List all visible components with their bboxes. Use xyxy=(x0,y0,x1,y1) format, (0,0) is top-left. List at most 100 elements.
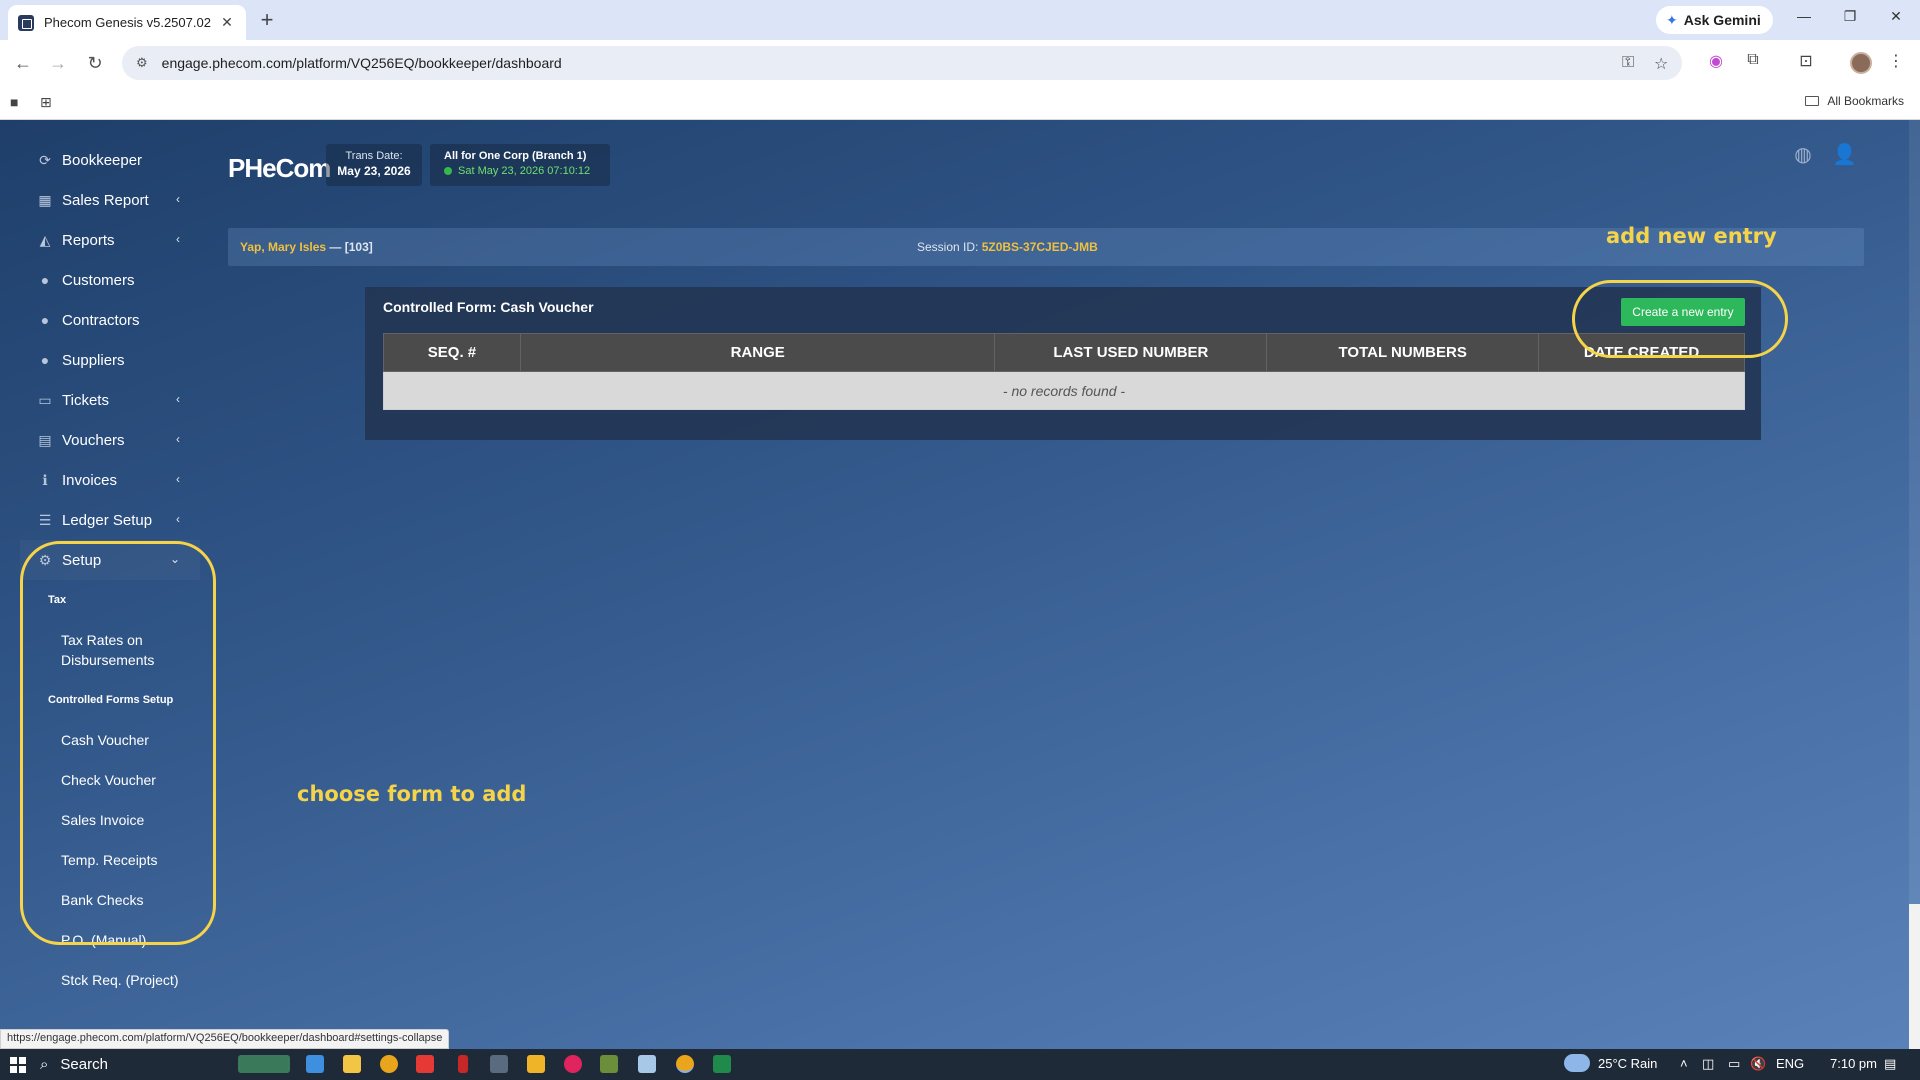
forward-arrow-icon[interactable]: → xyxy=(45,50,71,76)
bolt-app-icon[interactable] xyxy=(527,1055,545,1073)
area-chart-icon: ◭ xyxy=(39,231,51,248)
youtube-icon[interactable] xyxy=(416,1055,434,1073)
tray-chevron-icon[interactable]: ˄ xyxy=(1680,1056,1688,1071)
sidebar-item-customers[interactable]: ● Customers xyxy=(20,260,200,300)
table-row: - no records found - xyxy=(383,371,1745,410)
file-icon: ▤ xyxy=(38,431,52,448)
volume-muted-icon[interactable]: 🔇 xyxy=(1750,1056,1766,1072)
search-icon: ⌕ xyxy=(40,1056,49,1073)
extensions-puzzle-icon[interactable]: ⧉ xyxy=(1741,51,1765,69)
chrome-icon[interactable] xyxy=(380,1055,398,1073)
scrollbar-thumb[interactable] xyxy=(1909,904,1920,1049)
annotation-ring-setup-menu xyxy=(20,541,216,945)
square-app-icon[interactable]: ■ xyxy=(10,94,18,110)
column-header-range[interactable]: RANGE xyxy=(519,333,996,372)
annotation-add-new-entry: add new entry xyxy=(1606,224,1777,248)
sidebar-item-invoices[interactable]: ℹ Invoices ‹ xyxy=(20,460,200,500)
media-player-icon[interactable] xyxy=(564,1055,582,1073)
users-icon: ● xyxy=(40,272,50,288)
chevron-left-icon: ‹ xyxy=(176,432,180,446)
site-info-icon[interactable]: ⚙ xyxy=(136,55,148,71)
close-window-icon[interactable]: ✕ xyxy=(1881,8,1911,25)
restore-window-icon[interactable]: ❐ xyxy=(1835,8,1865,25)
tab-title: Phecom Genesis v5.2507.02 xyxy=(44,15,211,30)
session-label: Session ID: xyxy=(917,240,982,254)
controlled-form-panel: Controlled Form: Cash Voucher Create a n… xyxy=(365,287,1761,440)
browser-tab[interactable]: Phecom Genesis v5.2507.02 ✕ xyxy=(8,5,246,40)
phecom-favicon-icon xyxy=(18,14,34,31)
windows-start-icon[interactable] xyxy=(10,1057,26,1073)
bookmark-star-icon[interactable]: ☆ xyxy=(1654,54,1668,74)
search-highlight-icon[interactable] xyxy=(238,1055,290,1073)
extension-color-icon[interactable]: ◉ xyxy=(1704,51,1728,71)
sidebar-item-suppliers[interactable]: ● Suppliers xyxy=(20,340,200,380)
address-bar[interactable]: ⚙ engage.phecom.com/platform/VQ256EQ/boo… xyxy=(122,46,1682,80)
chevron-left-icon: ‹ xyxy=(176,192,180,206)
column-header-last-used-number[interactable]: LAST USED NUMBER xyxy=(994,333,1268,372)
weather-cloud-icon[interactable] xyxy=(1564,1054,1590,1072)
trans-date-box: Trans Date: May 23, 2026 xyxy=(326,144,422,186)
corp-time-text: Sat May 23, 2026 07:10:12 xyxy=(458,165,591,177)
windows-taskbar: ⌕ Search 25°C Rain ˄ ◫ ▭ 🔇 ENG 7:10 pm ▤ xyxy=(0,1049,1920,1080)
reload-icon[interactable]: ↻ xyxy=(82,50,108,76)
globe-icon[interactable]: ◍ xyxy=(1792,144,1814,166)
sidebar-item-stck-req-project[interactable]: Stck Req. (Project) xyxy=(20,960,200,1000)
calculator-icon[interactable] xyxy=(490,1055,508,1073)
status-bar-url: https://engage.phecom.com/platform/VQ256… xyxy=(0,1029,450,1049)
tab-close-icon[interactable]: ✕ xyxy=(218,14,236,31)
notifications-icon[interactable]: ▤ xyxy=(1884,1056,1896,1072)
ask-gemini-button[interactable]: ✦ Ask Gemini xyxy=(1656,6,1773,34)
sidebar-item-label: Sales Report xyxy=(62,191,149,209)
chrome-active-icon[interactable] xyxy=(676,1055,694,1073)
sidebar-item-bookkeeper[interactable]: ⟳ Bookkeeper xyxy=(20,140,200,180)
page-scrollbar[interactable] xyxy=(1909,120,1920,1049)
profile-avatar-icon[interactable] xyxy=(1850,52,1872,74)
users-icon: ● xyxy=(40,352,50,368)
network-icon[interactable]: ▭ xyxy=(1728,1056,1740,1072)
weather-text[interactable]: 25°C Rain xyxy=(1598,1056,1657,1071)
phecom-logo[interactable]: PHeCom xyxy=(228,150,331,186)
new-tab-button[interactable]: + xyxy=(254,8,280,32)
all-bookmarks-button[interactable]: All Bookmarks xyxy=(1805,94,1904,108)
column-header-seq[interactable]: SEQ. # xyxy=(383,333,521,372)
sidebar-item-tickets[interactable]: ▭ Tickets ‹ xyxy=(20,380,200,420)
bookmarks-bar: ■ ⊞ All Bookmarks xyxy=(0,86,1920,120)
user-name: Yap, Mary Isles xyxy=(240,240,327,254)
browser-toolbar: ← → ↻ ⚙ engage.phecom.com/platform/VQ256… xyxy=(0,40,1920,86)
browser-menu-icon[interactable]: ⋮ xyxy=(1884,51,1908,71)
file-explorer-icon[interactable] xyxy=(343,1055,361,1073)
user-profile-icon[interactable]: 👤 xyxy=(1832,144,1857,166)
notepad-icon[interactable] xyxy=(638,1055,656,1073)
table-header-row: SEQ. # RANGE LAST USED NUMBER TOTAL NUMB… xyxy=(383,333,1745,372)
sidebar-item-label: Tickets xyxy=(62,391,109,409)
chevron-left-icon: ‹ xyxy=(176,232,180,246)
language-indicator[interactable]: ENG xyxy=(1776,1056,1804,1071)
apps-grid-icon[interactable]: ⊞ xyxy=(40,94,52,111)
excel-icon[interactable] xyxy=(713,1055,731,1073)
game-app-icon[interactable] xyxy=(600,1055,618,1073)
trans-date-label: Trans Date: xyxy=(345,150,403,162)
session-info: Session ID: 5Z0BS-37CJED-JMB xyxy=(917,240,1098,254)
minimize-window-icon[interactable]: — xyxy=(1789,8,1819,24)
all-bookmarks-label: All Bookmarks xyxy=(1827,94,1904,108)
info-icon: ℹ xyxy=(42,471,48,488)
app-plus-icon[interactable] xyxy=(458,1055,468,1073)
back-arrow-icon[interactable]: ← xyxy=(10,50,36,76)
url-text[interactable]: engage.phecom.com/platform/VQ256EQ/bookk… xyxy=(162,55,562,71)
tab-search-icon[interactable]: ⊡ xyxy=(1794,51,1818,71)
sidebar-item-label: Invoices xyxy=(62,471,118,489)
refresh-icon: ⟳ xyxy=(39,151,51,168)
sidebar-item-vouchers[interactable]: ▤ Vouchers ‹ xyxy=(20,420,200,460)
column-header-total-numbers[interactable]: TOTAL NUMBERS xyxy=(1266,333,1540,372)
app-viewport: ⟳ Bookkeeper ▦ Sales Report ‹ ◭ Reports ‹ ● Custo… xyxy=(0,120,1920,1049)
session-id: 5Z0BS-37CJED-JMB xyxy=(981,240,1098,254)
sidebar-item-sales-report[interactable]: ▦ Sales Report ‹ xyxy=(20,180,200,220)
clock[interactable]: 7:10 pm xyxy=(1830,1056,1877,1071)
tray-app-icon[interactable]: ◫ xyxy=(1702,1056,1714,1072)
password-key-icon[interactable]: ⚿ xyxy=(1622,54,1634,72)
sidebar-item-ledger-setup[interactable]: ☰ Ledger Setup ‹ xyxy=(20,500,200,540)
user-info: Yap, Mary Isles — [103] xyxy=(240,240,373,254)
copilot-icon[interactable] xyxy=(306,1055,324,1073)
sidebar-item-reports[interactable]: ◭ Reports ‹ xyxy=(20,220,200,260)
sidebar-item-contractors[interactable]: ● Contractors xyxy=(20,300,200,340)
